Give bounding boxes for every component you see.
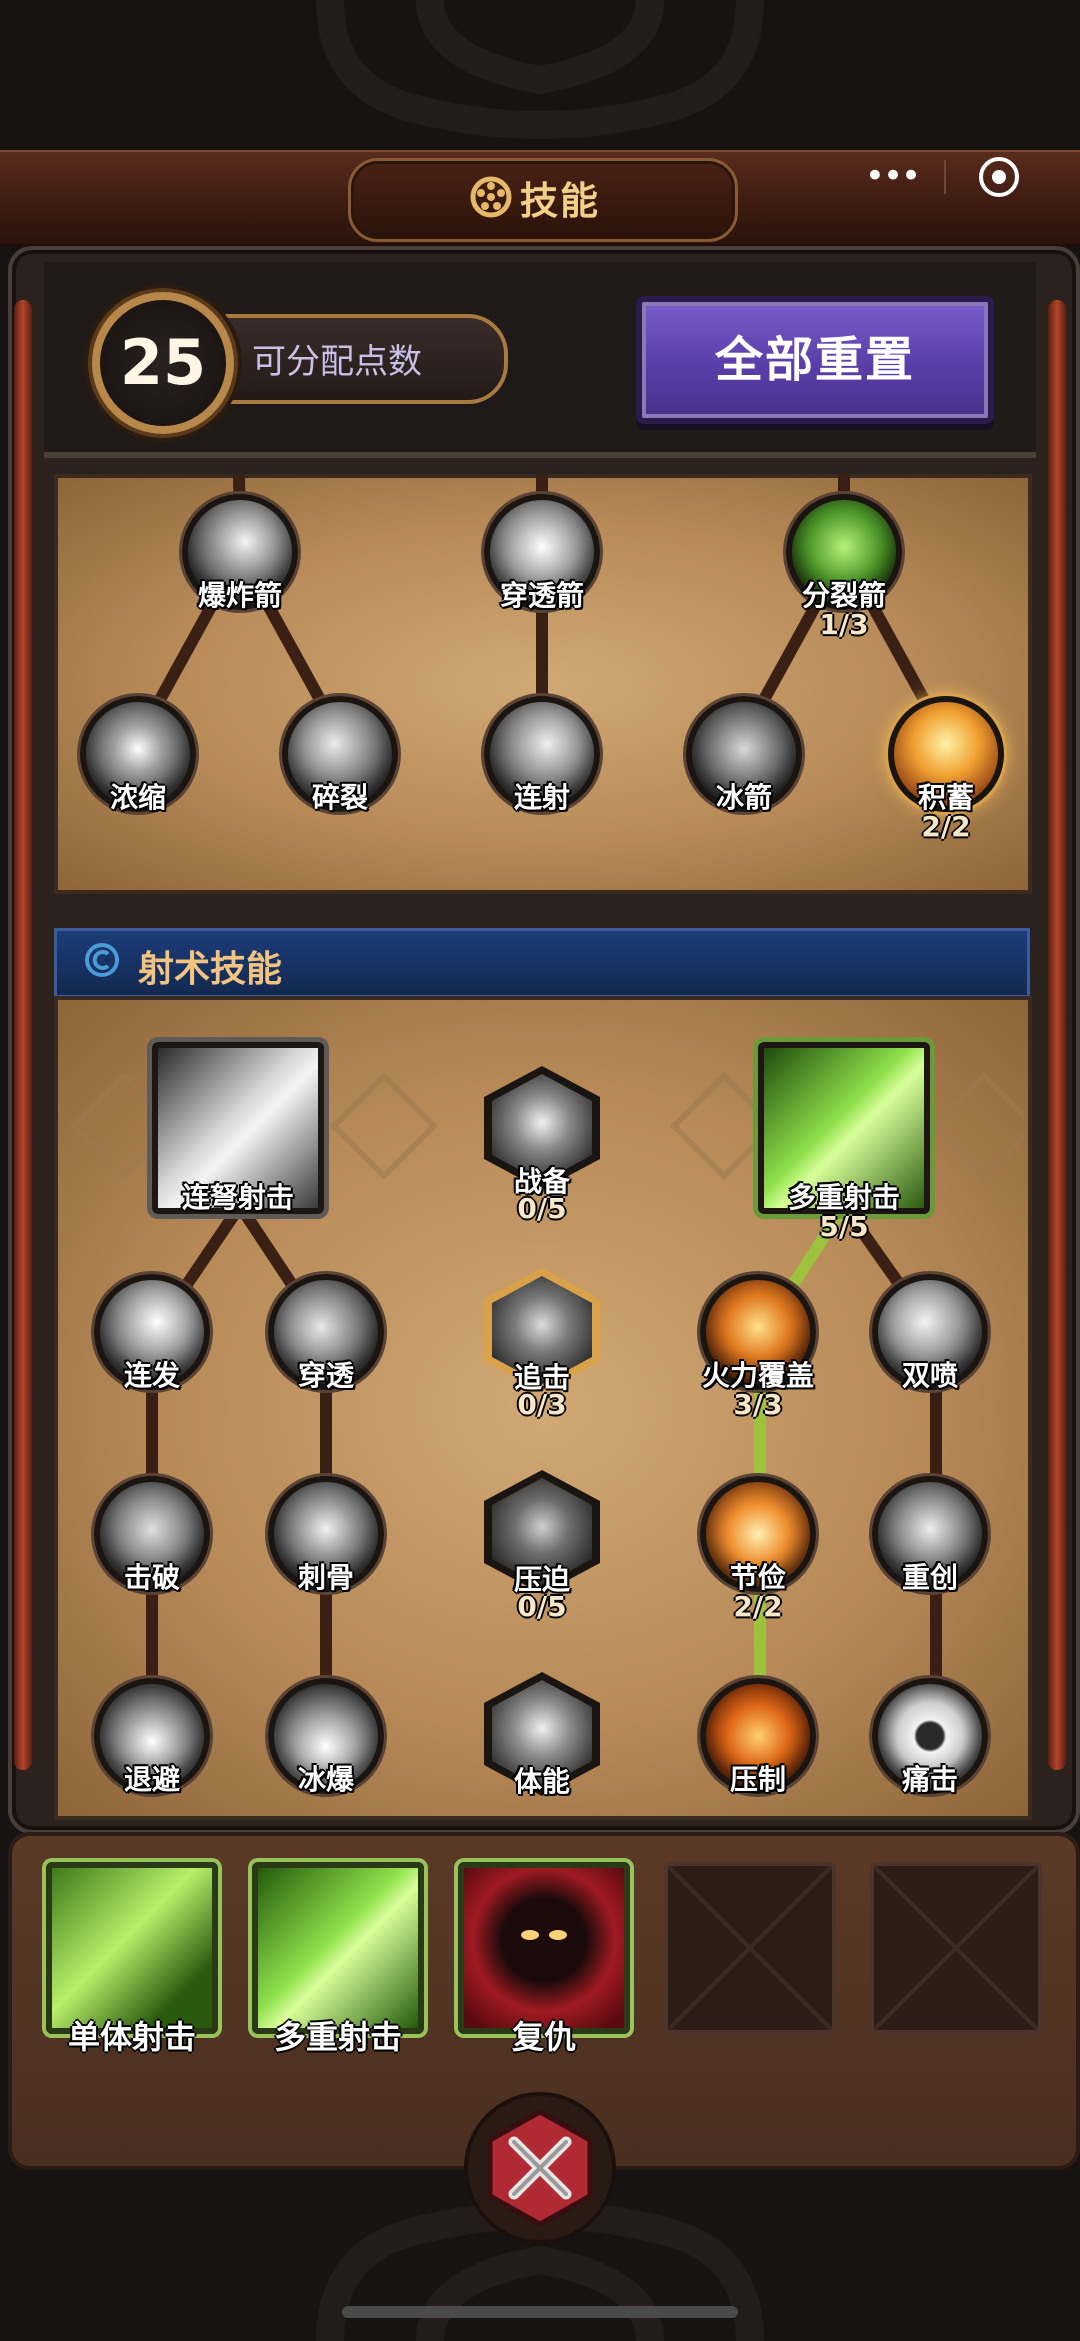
skill-label: 爆炸箭 (197, 579, 283, 612)
page-title: 技能 (520, 179, 601, 223)
skill-label: 退避 (123, 1763, 181, 1796)
skill-label: 浓缩 (109, 781, 167, 814)
skill-label: 连射 (513, 781, 571, 814)
skill-label: 重创 (901, 1561, 959, 1594)
skill-level: 5/5 (819, 1210, 869, 1243)
equipped-slot-5-empty[interactable] (870, 1862, 1042, 2034)
empty-slot-icon (668, 1866, 832, 2030)
equipped-slot-2[interactable] (252, 1862, 424, 2034)
demon-face-icon (521, 1930, 567, 1940)
equipped-slot-1[interactable] (46, 1862, 218, 2034)
skill-level: 0/5 (517, 1590, 567, 1623)
equipped-slot-3[interactable] (458, 1862, 630, 2034)
equipped-slot-label: 多重射击 (273, 2018, 403, 2056)
available-points-label: 可分配点数 (252, 342, 422, 382)
skill-level: 2/2 (921, 810, 971, 843)
skill-level: 0/5 (517, 1192, 567, 1225)
skill-label: 连发 (123, 1359, 181, 1392)
skill-level: 1/3 (819, 608, 869, 641)
equipped-slot-label: 单体射击 (67, 2018, 197, 2056)
equipped-slot-4-empty[interactable] (664, 1862, 836, 2034)
home-indicator (342, 2306, 738, 2318)
skill-label: 穿透箭 (499, 579, 585, 612)
skill-label: 双喷 (901, 1359, 959, 1392)
frame-rail-right (1048, 300, 1066, 1770)
skill-level: 0/3 (517, 1388, 567, 1421)
skill-level: 3/3 (733, 1388, 783, 1421)
close-icon[interactable] (462, 2090, 618, 2246)
skill-label: 压制 (729, 1763, 787, 1796)
more-menu-button[interactable]: ••• (864, 159, 921, 193)
skill-wheel-icon (470, 176, 512, 218)
skill-label: 击破 (123, 1561, 181, 1594)
archery-section-icon (85, 943, 119, 977)
skill-label: 刺骨 (297, 1561, 355, 1594)
skill-label: 痛击 (901, 1763, 959, 1796)
close-miniprogram-icon[interactable] (976, 154, 1022, 200)
skill-label: 冰箭 (715, 781, 773, 814)
empty-slot-icon (874, 1866, 1038, 2030)
skill-label: 连弩射击 (181, 1181, 295, 1214)
skill-label: 穿透 (297, 1359, 355, 1392)
capsule-divider (944, 160, 946, 194)
frame-rail-left (14, 300, 32, 1770)
skill-level: 2/2 (733, 1590, 783, 1623)
skill-label: 碎裂 (311, 781, 369, 814)
reset-all-button[interactable]: 全部重置 (636, 296, 994, 424)
available-points-badge: 25 (92, 292, 234, 434)
skill-label: 体能 (513, 1765, 571, 1798)
skill-label: 冰爆 (297, 1763, 355, 1796)
equipped-slot-label: 复仇 (511, 2018, 577, 2056)
section-title: 射术技能 (138, 949, 283, 990)
